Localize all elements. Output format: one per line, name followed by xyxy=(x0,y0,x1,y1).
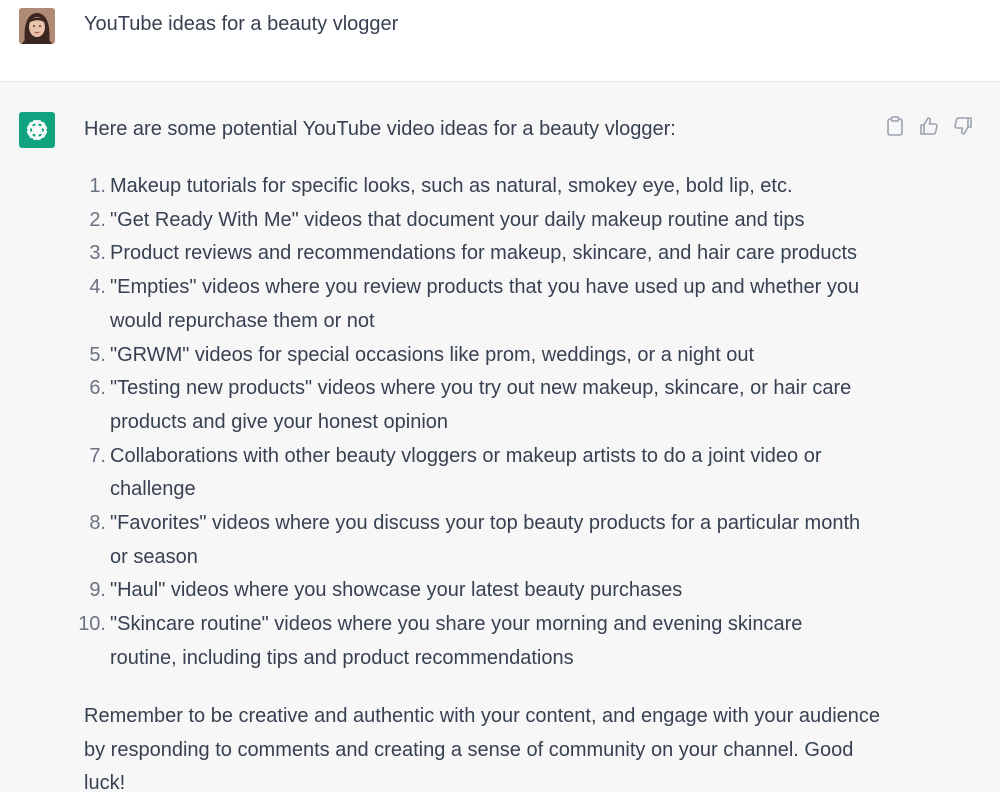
list-item-text: Collaborations with other beauty vlogger… xyxy=(110,444,822,501)
list-item-text: "Haul" videos where you showcase your la… xyxy=(110,579,683,602)
list-item-text: "Get Ready With Me" videos that document… xyxy=(110,208,805,231)
list-item-number: 4. xyxy=(89,276,106,299)
list-item: 8. "Favorites" videos where you discuss y… xyxy=(84,507,874,574)
list-item: 10. "Skincare routine" videos where you s… xyxy=(78,608,874,675)
list-item: 5. "GRWM" videos for special occasions li… xyxy=(84,339,874,373)
list-item: 9. "Haul" videos where you showcase your … xyxy=(84,574,874,608)
openai-logo-icon xyxy=(19,112,55,148)
thumbs-up-icon xyxy=(920,117,938,135)
list-item-text: Makeup tutorials for specific looks, suc… xyxy=(110,175,793,197)
thumbs-down-button[interactable] xyxy=(952,115,974,137)
list-item-text: Product reviews and recommendations for … xyxy=(110,242,858,265)
list-item-number: 1. xyxy=(89,175,106,197)
user-avatar xyxy=(19,8,55,44)
thumbs-up-button[interactable] xyxy=(918,115,940,137)
clipboard-icon xyxy=(887,116,903,136)
list-item-number: 2. xyxy=(89,208,106,231)
list-item: 1. Makeup tutorials for specific looks, s… xyxy=(84,170,874,204)
user-message-row: YouTube ideas for a beauty vlogger xyxy=(0,0,1000,82)
user-message-text: YouTube ideas for a beauty vlogger xyxy=(84,13,399,35)
ideas-list: 1. Makeup tutorials for specific looks, s… xyxy=(78,170,874,676)
list-item-number: 5. xyxy=(89,343,106,366)
list-item: 3. Product reviews and recommendations fo… xyxy=(84,237,874,271)
list-item-text: "Favorites" videos where you discuss you… xyxy=(110,512,861,568)
assistant-closing-text: Remember to be creative and authentic wi… xyxy=(84,705,881,795)
message-actions xyxy=(884,115,974,137)
list-item: 7. Collaborations with other beauty vlogg… xyxy=(84,440,874,507)
list-item: 2. "Get Ready With Me" videos that docume… xyxy=(84,204,874,238)
list-item: 4. "Empties" videos where you review prod… xyxy=(84,271,874,338)
list-item-number: 3. xyxy=(89,242,106,265)
list-item-text: "Skincare routine" videos where you shar… xyxy=(110,613,803,669)
list-item-text: "Empties" videos where you review produc… xyxy=(110,276,860,332)
thumbs-down-icon xyxy=(954,117,972,135)
assistant-intro-text: Here are some potential YouTube video id… xyxy=(84,118,676,140)
assistant-message-row: Here are some potential YouTube video id… xyxy=(0,82,1000,794)
list-item-text: "Testing new products" videos where you … xyxy=(110,377,852,433)
user-avatar-image xyxy=(19,8,55,44)
list-item-number: 9. xyxy=(89,579,106,602)
list-item-number: 10. xyxy=(78,613,106,636)
list-item-number: 7. xyxy=(89,444,106,467)
copy-button[interactable] xyxy=(884,115,906,137)
list-item: 6. "Testing new products" videos where yo… xyxy=(84,372,874,439)
list-item-number: 8. xyxy=(89,512,106,535)
list-item-text: "GRWM" videos for special occasions like… xyxy=(110,343,755,366)
list-item-number: 6. xyxy=(89,377,106,400)
